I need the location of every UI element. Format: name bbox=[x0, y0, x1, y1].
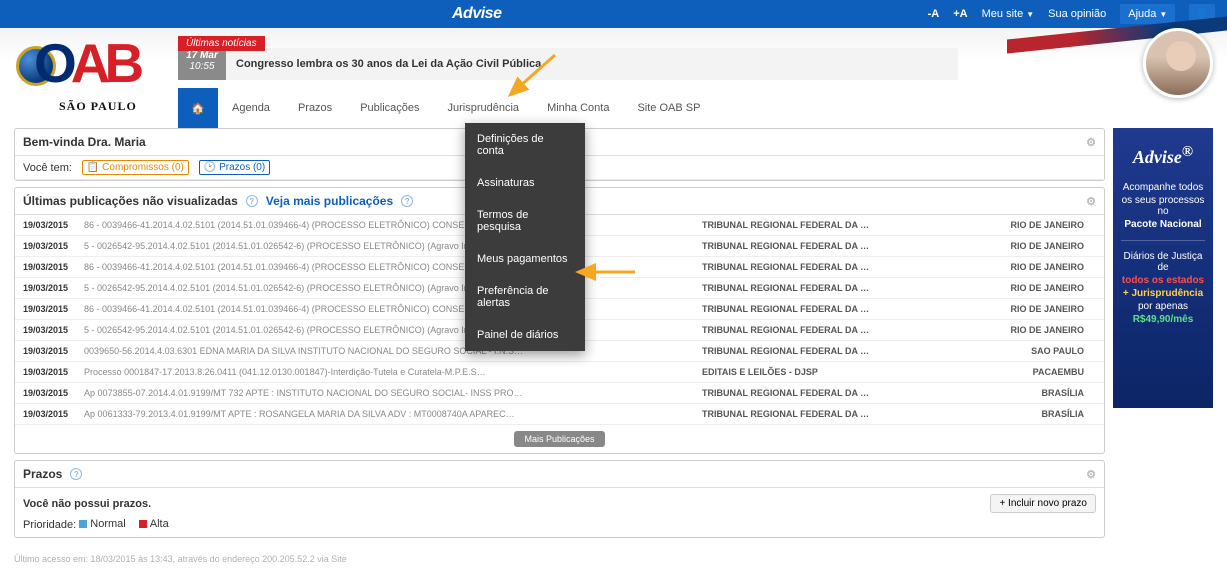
help-icon[interactable]: ? bbox=[246, 195, 258, 207]
priority-normal: Normal bbox=[79, 518, 125, 530]
pub-date: 19/03/2015 bbox=[15, 257, 76, 278]
pub-description: 86 - 0039466-41.2014.4.02.5101 (2014.51.… bbox=[76, 299, 694, 320]
pub-tribunal: TRIBUNAL REGIONAL FEDERAL DA … bbox=[694, 257, 974, 278]
table-row[interactable]: 19/03/2015Ap 0061333-79.2013.4.01.9199/M… bbox=[15, 404, 1104, 425]
pubs-title: Últimas publicações não visualizadas bbox=[23, 194, 238, 208]
pub-description: Processo 0001847-17.2013.8.26.0411 (041.… bbox=[76, 362, 694, 383]
menu-preferencia-alertas[interactable]: Preferência de alertas bbox=[465, 275, 585, 319]
pub-location: RIO DE JANEIRO bbox=[974, 215, 1104, 236]
nav-home[interactable]: 🏠 bbox=[178, 88, 218, 128]
pub-description: Ap 0061333-79.2013.4.01.9199/MT APTE : R… bbox=[76, 404, 694, 425]
oab-logo: OAB SÃO PAULO bbox=[14, 36, 164, 106]
prazos-title: Prazos bbox=[23, 467, 62, 481]
header: OAB SÃO PAULO Últimas notícias 17 Mar10:… bbox=[0, 28, 1227, 128]
gear-icon[interactable]: ⚙ bbox=[1086, 468, 1096, 481]
pub-location: PACAEMBU bbox=[974, 362, 1104, 383]
pub-date: 19/03/2015 bbox=[15, 215, 76, 236]
avatar[interactable] bbox=[1143, 28, 1213, 98]
nav-publicacoes[interactable]: Publicações bbox=[346, 88, 433, 128]
news-date: 17 Mar10:55 bbox=[178, 48, 226, 80]
advise-ad[interactable]: Advise® Acompanhe todos os seus processo… bbox=[1113, 128, 1213, 408]
pub-description: 5 - 0026542-95.2014.4.02.5101 (2014.51.0… bbox=[76, 320, 694, 341]
pub-date: 19/03/2015 bbox=[15, 404, 76, 425]
news-ticker[interactable]: 17 Mar10:55 Congresso lembra os 30 anos … bbox=[178, 48, 958, 80]
news-tag: Últimas notícias bbox=[178, 36, 265, 51]
pub-date: 19/03/2015 bbox=[15, 299, 76, 320]
priority-alta: Alta bbox=[139, 518, 169, 530]
see-more-pubs-link[interactable]: Veja mais publicações bbox=[266, 194, 393, 208]
brand-logo: Advise bbox=[452, 5, 501, 23]
menu-painel-diarios[interactable]: Painel de diários bbox=[465, 319, 585, 351]
minha-conta-dropdown: Definições de conta Assinaturas Termos d… bbox=[465, 123, 585, 351]
menu-definicoes-conta[interactable]: Definições de conta bbox=[465, 123, 585, 167]
pub-tribunal: TRIBUNAL REGIONAL FEDERAL DA … bbox=[694, 404, 974, 425]
pub-description: 5 - 0026542-95.2014.4.02.5101 (2014.51.0… bbox=[76, 236, 694, 257]
gear-icon[interactable]: ⚙ bbox=[1086, 136, 1096, 149]
pub-date: 19/03/2015 bbox=[15, 236, 76, 257]
help-icon[interactable]: ? bbox=[401, 195, 413, 207]
more-pubs-button[interactable]: Mais Publicações bbox=[514, 431, 604, 447]
you-have-label: Você tem: bbox=[23, 162, 72, 174]
pub-tribunal: TRIBUNAL REGIONAL FEDERAL DA … bbox=[694, 215, 974, 236]
pub-location: RIO DE JANEIRO bbox=[974, 236, 1104, 257]
prazos-badge[interactable]: 🕑 Prazos (0) bbox=[199, 160, 270, 175]
pub-description: Ap 0073855-07.2014.4.01.9199/MT 732 APTE… bbox=[76, 383, 694, 404]
pub-tribunal: TRIBUNAL REGIONAL FEDERAL DA … bbox=[694, 383, 974, 404]
annotation-arrow-2 bbox=[570, 262, 640, 282]
pub-tribunal: EDITAIS E LEILÕES - DJSP bbox=[694, 362, 974, 383]
pub-location: RIO DE JANEIRO bbox=[974, 320, 1104, 341]
topbar: Advise -A +A Meu site▼ Sua opinião Ajuda… bbox=[0, 0, 1227, 28]
help-icon[interactable]: ? bbox=[70, 468, 82, 480]
pub-tribunal: TRIBUNAL REGIONAL FEDERAL DA … bbox=[694, 236, 974, 257]
last-access-note: Último acesso em: 18/03/2015 às 13:43, a… bbox=[0, 550, 1227, 568]
feedback-link[interactable]: Sua opinião bbox=[1048, 8, 1106, 20]
pub-date: 19/03/2015 bbox=[15, 320, 76, 341]
pub-location: BRASÍLIA bbox=[974, 404, 1104, 425]
pub-description: 0039650-56.2014.4.03.6301 EDNA MARIA DA … bbox=[76, 341, 694, 362]
pub-date: 19/03/2015 bbox=[15, 383, 76, 404]
pub-location: BRASÍLIA bbox=[974, 383, 1104, 404]
menu-meus-pagamentos[interactable]: Meus pagamentos bbox=[465, 243, 585, 275]
welcome-title: Bem-vinda Dra. Maria bbox=[23, 135, 146, 149]
table-row[interactable]: 19/03/2015Processo 0001847-17.2013.8.26.… bbox=[15, 362, 1104, 383]
pub-tribunal: TRIBUNAL REGIONAL FEDERAL DA … bbox=[694, 278, 974, 299]
menu-termos-pesquisa[interactable]: Termos de pesquisa bbox=[465, 199, 585, 243]
pub-tribunal: TRIBUNAL REGIONAL FEDERAL DA … bbox=[694, 320, 974, 341]
nav-prazos[interactable]: Prazos bbox=[284, 88, 346, 128]
pub-location: SAO PAULO bbox=[974, 341, 1104, 362]
nav-site-oab[interactable]: Site OAB SP bbox=[623, 88, 714, 128]
pub-location: RIO DE JANEIRO bbox=[974, 299, 1104, 320]
pub-date: 19/03/2015 bbox=[15, 341, 76, 362]
compromissos-badge[interactable]: 📋 Compromissos (0) bbox=[82, 160, 189, 175]
pub-date: 19/03/2015 bbox=[15, 278, 76, 299]
news-title: Congresso lembra os 30 anos da Lei da Aç… bbox=[226, 48, 958, 80]
pub-description: 86 - 0039466-41.2014.4.02.5101 (2014.51.… bbox=[76, 215, 694, 236]
annotation-arrow-1 bbox=[500, 50, 560, 110]
my-site-menu[interactable]: Meu site▼ bbox=[982, 8, 1035, 20]
ad-brand: Advise® bbox=[1119, 144, 1207, 168]
font-decrease[interactable]: -A bbox=[928, 8, 940, 20]
pub-tribunal: TRIBUNAL REGIONAL FEDERAL DA … bbox=[694, 299, 974, 320]
pub-location: RIO DE JANEIRO bbox=[974, 278, 1104, 299]
font-increase[interactable]: +A bbox=[953, 8, 967, 20]
table-row[interactable]: 19/03/2015Ap 0073855-07.2014.4.01.9199/M… bbox=[15, 383, 1104, 404]
main-nav: 🏠 Agenda Prazos Publicações Jurisprudênc… bbox=[178, 88, 1213, 128]
add-prazo-button[interactable]: + Incluir novo prazo bbox=[990, 494, 1096, 513]
pub-location: RIO DE JANEIRO bbox=[974, 257, 1104, 278]
menu-assinaturas[interactable]: Assinaturas bbox=[465, 167, 585, 199]
prazos-empty: Você não possui prazos. bbox=[23, 494, 1096, 514]
pub-tribunal: TRIBUNAL REGIONAL FEDERAL DA … bbox=[694, 341, 974, 362]
gear-icon[interactable]: ⚙ bbox=[1086, 195, 1096, 208]
home-icon: 🏠 bbox=[191, 102, 205, 115]
sidebar: Advise® Acompanhe todos os seus processo… bbox=[1113, 128, 1213, 544]
prazos-panel: Prazos? ⚙ + Incluir novo prazo Você não p… bbox=[14, 460, 1105, 538]
nav-agenda[interactable]: Agenda bbox=[218, 88, 284, 128]
priority-label: Prioridade: bbox=[23, 519, 76, 531]
help-menu[interactable]: Ajuda▼ bbox=[1120, 4, 1175, 24]
pub-date: 19/03/2015 bbox=[15, 362, 76, 383]
